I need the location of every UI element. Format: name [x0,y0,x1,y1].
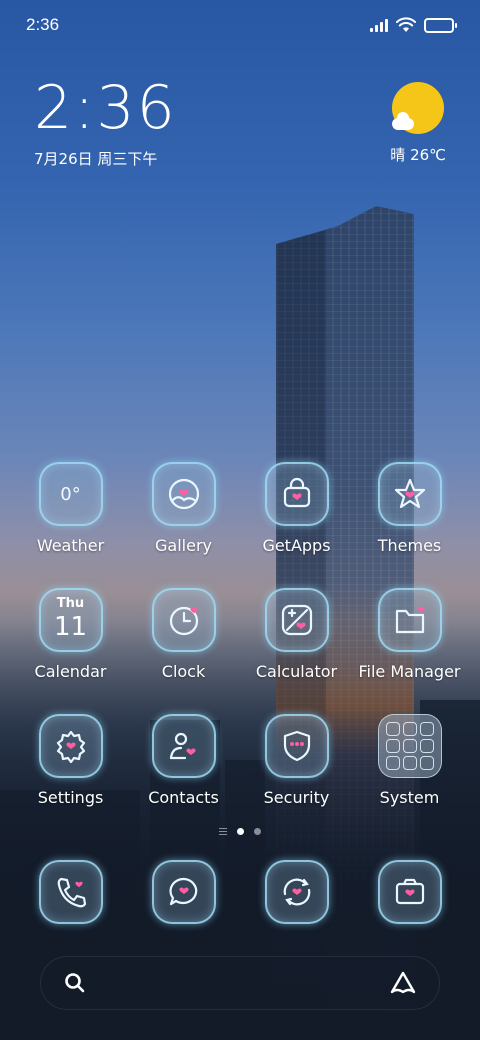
security-shield-icon [264,714,329,778]
app-label-contacts: Contacts [148,788,219,807]
weather-widget[interactable]: 晴 26℃ [390,82,446,165]
dock-camera[interactable] [353,860,466,930]
themes-star-icon [377,462,442,526]
search-icon [65,973,85,993]
app-weather[interactable]: 0° Weather [14,462,127,576]
phone-icon [38,860,103,924]
app-label-file-manager: File Manager [358,662,461,681]
app-calculator[interactable]: Calculator [240,588,353,702]
folder-icon [377,588,442,652]
app-label-calendar: Calendar [34,662,107,681]
calendar-icon: Thu 11 [38,588,103,652]
app-gallery[interactable]: Gallery [127,462,240,576]
page-dot-2[interactable] [254,828,261,835]
status-time: 2:36 [26,15,60,34]
sun-cloud-icon [392,82,444,134]
page-dot-1[interactable] [237,828,244,835]
app-themes[interactable]: Themes [353,462,466,576]
app-contacts[interactable]: Contacts [127,714,240,828]
app-grid: 0° Weather Gallery GetApps Themes Thu 11… [14,462,466,828]
app-calendar[interactable]: Thu 11 Calendar [14,588,127,702]
clock-time: 2:36 [34,73,177,143]
app-label-weather: Weather [36,536,105,555]
weather-icon-temp: 0° [60,483,81,505]
system-folder-icon [377,714,442,778]
clock-icon [151,588,216,652]
app-system-folder[interactable]: System [353,714,466,828]
settings-gear-icon [38,714,103,778]
dock-messages[interactable] [127,860,240,930]
app-label-clock: Clock [161,662,206,681]
page-menu-icon[interactable] [219,828,227,835]
wifi-icon [396,17,416,32]
app-file-manager[interactable]: File Manager [353,588,466,702]
app-label-system: System [379,788,440,807]
calendar-day: Thu [56,596,85,611]
app-label-gallery: Gallery [155,536,212,555]
battery-icon [424,17,457,33]
gallery-icon [151,462,216,526]
dock [14,860,466,930]
calendar-date: 11 [53,612,88,642]
weather-icon: 0° [38,462,103,526]
app-label-settings: Settings [37,788,104,807]
app-clock[interactable]: Clock [127,588,240,702]
clock-widget[interactable]: 2:36 7月26日 周三下午 [34,78,177,169]
contacts-icon [151,714,216,778]
dock-browser[interactable] [240,860,353,930]
getapps-bag-icon [264,462,329,526]
app-label-calculator: Calculator [255,662,338,681]
search-bar[interactable] [40,956,440,1010]
app-label-security: Security [263,788,330,807]
messages-icon [151,860,216,924]
camera-icon [377,860,442,924]
status-icons [370,17,457,33]
app-security[interactable]: Security [240,714,353,828]
app-label-getapps: GetApps [262,536,331,555]
app-getapps[interactable]: GetApps [240,462,353,576]
dock-phone[interactable] [14,860,127,930]
signal-icon [370,18,388,32]
calculator-icon [264,588,329,652]
app-settings[interactable]: Settings [14,714,127,828]
clock-date: 7月26日 周三下午 [34,150,158,168]
app-label-themes: Themes [377,536,442,555]
assistant-icon[interactable] [389,970,417,996]
page-indicator[interactable] [0,828,480,835]
browser-icon [264,860,329,924]
status-bar: 2:36 [0,0,480,50]
weather-text: 晴 26℃ [390,146,446,164]
